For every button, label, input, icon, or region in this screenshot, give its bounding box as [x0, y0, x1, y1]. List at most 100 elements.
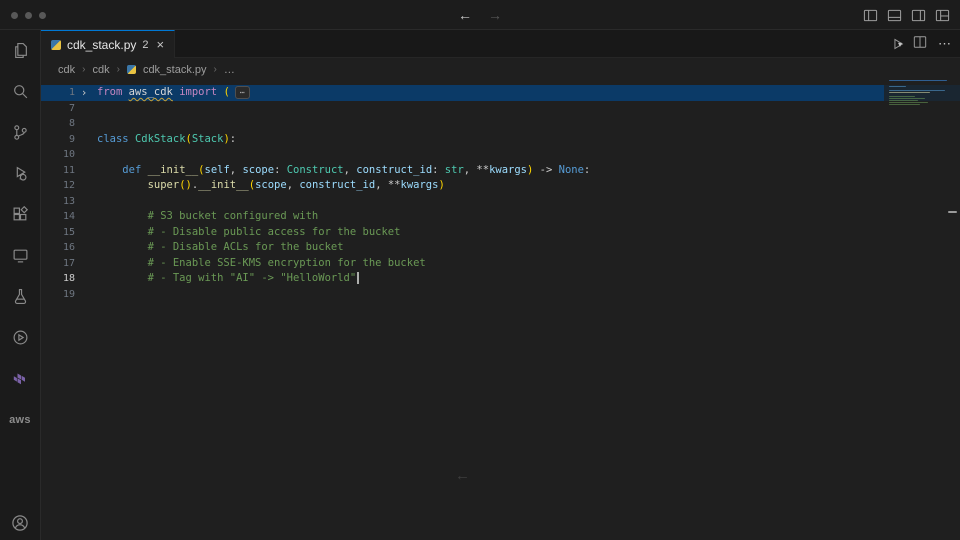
line-number[interactable]: 16 — [41, 240, 75, 256]
code-text: def __init__(self, scope: Construct, con… — [93, 163, 590, 179]
remote-explorer-icon[interactable] — [0, 235, 40, 276]
window-maximize-button[interactable] — [39, 12, 46, 19]
fold-gutter — [75, 240, 93, 256]
line-number[interactable]: 15 — [41, 225, 75, 241]
navigate-forward-button[interactable]: → — [488, 7, 502, 23]
account-icon[interactable] — [0, 506, 40, 540]
code-text — [93, 101, 97, 117]
run-python-file-button[interactable]: ▾ — [891, 37, 902, 51]
split-editor-icon[interactable] — [913, 35, 927, 54]
run-and-debug-icon[interactable] — [0, 153, 40, 194]
layout-controls — [863, 0, 950, 30]
breadcrumb-separator: › — [82, 64, 85, 75]
window-controls[interactable] — [11, 12, 46, 19]
toggle-panel-icon[interactable] — [887, 8, 902, 23]
window-minimize-button[interactable] — [25, 12, 32, 19]
minimap-line — [889, 82, 947, 83]
line-number[interactable]: 7 — [41, 101, 75, 117]
fold-gutter — [75, 163, 93, 179]
line-number[interactable]: 9 — [41, 132, 75, 148]
line-number[interactable]: 10 — [41, 147, 75, 163]
code-editor[interactable]: 1›from aws_cdk import (⋯789class CdkStac… — [41, 81, 960, 540]
toggle-secondary-sidebar-icon[interactable] — [911, 8, 926, 23]
code-line[interactable]: 7 — [41, 101, 960, 117]
code-line[interactable]: 8 — [41, 116, 960, 132]
fold-gutter — [75, 132, 93, 148]
fold-gutter — [75, 178, 93, 194]
extensions-icon[interactable] — [0, 194, 40, 235]
code-line[interactable]: 17 # - Enable SSE-KMS encryption for the… — [41, 256, 960, 272]
search-icon[interactable] — [0, 71, 40, 112]
breadcrumb-item[interactable]: cdk — [92, 64, 109, 76]
aws-logo: aws — [9, 414, 31, 426]
fold-gutter — [75, 287, 93, 303]
customize-layout-icon[interactable] — [935, 8, 950, 23]
line-number[interactable]: 8 — [41, 116, 75, 132]
source-control-icon[interactable] — [0, 112, 40, 153]
minimap[interactable] — [889, 80, 947, 108]
code-line[interactable]: 12 super().__init__(scope, construct_id,… — [41, 178, 960, 194]
fold-gutter — [75, 101, 93, 117]
line-number[interactable]: 12 — [41, 178, 75, 194]
breadcrumbs: cdk›cdk›cdk_stack.py›… — [41, 58, 960, 81]
minimap-line — [889, 102, 928, 103]
minimap-line — [889, 96, 915, 97]
folded-region-badge[interactable]: ⋯ — [235, 86, 250, 99]
more-actions-icon[interactable]: ⋯ — [938, 36, 952, 52]
python-file-icon — [127, 65, 136, 74]
minimap-line — [889, 92, 930, 93]
titlebar: ← → — [0, 0, 960, 30]
history-navigation: ← → — [458, 0, 502, 30]
code-line[interactable]: 18 # - Tag with "AI" -> "HelloWorld" — [41, 271, 960, 287]
line-number[interactable]: 11 — [41, 163, 75, 179]
tab-cdk-stack[interactable]: cdk_stack.py 2 × — [41, 30, 175, 58]
minimap-line — [889, 90, 945, 91]
breadcrumb-item[interactable]: cdk_stack.py — [143, 64, 207, 76]
line-number[interactable]: 1 — [41, 85, 75, 101]
fold-chevron-icon[interactable]: › — [75, 85, 93, 101]
circle-play-icon[interactable] — [0, 317, 40, 358]
toggle-primary-sidebar-icon[interactable] — [863, 8, 878, 23]
code-line[interactable]: 11 def __init__(self, scope: Construct, … — [41, 163, 960, 179]
minimap-line — [889, 80, 947, 81]
run-dropdown-icon[interactable]: ▾ — [898, 40, 902, 49]
line-number[interactable]: 18 — [41, 271, 75, 287]
minimap-line — [889, 98, 925, 99]
line-number[interactable]: 13 — [41, 194, 75, 210]
tab-close-icon[interactable]: × — [157, 37, 165, 52]
tab-bar: cdk_stack.py 2 × ▾ ⋯ — [41, 30, 960, 58]
minimap-line — [889, 84, 947, 85]
fold-gutter — [75, 225, 93, 241]
code-text — [93, 147, 97, 163]
navigate-back-button[interactable]: ← — [458, 7, 472, 23]
editor-actions: ▾ ⋯ — [891, 30, 952, 58]
code-line[interactable]: 1›from aws_cdk import (⋯ — [41, 85, 960, 101]
fold-gutter — [75, 194, 93, 210]
code-line[interactable]: 15 # - Disable public access for the buc… — [41, 225, 960, 241]
minimap-line — [889, 86, 906, 87]
code-line[interactable]: 10 — [41, 147, 960, 163]
code-line[interactable]: 19 — [41, 287, 960, 303]
fold-gutter — [75, 147, 93, 163]
code-text — [93, 287, 97, 303]
breadcrumb-item[interactable]: … — [224, 64, 235, 76]
minimap-line — [889, 104, 920, 105]
code-text — [93, 194, 97, 210]
overview-ruler-mark — [948, 211, 957, 213]
line-number[interactable]: 19 — [41, 287, 75, 303]
testing-icon[interactable] — [0, 276, 40, 317]
explorer-icon[interactable] — [0, 30, 40, 71]
terraform-icon[interactable] — [0, 358, 40, 399]
breadcrumb-item[interactable]: cdk — [58, 64, 75, 76]
window-close-button[interactable] — [11, 12, 18, 19]
code-line[interactable]: 14 # S3 bucket configured with — [41, 209, 960, 225]
code-text — [93, 116, 97, 132]
code-line[interactable]: 9class CdkStack(Stack): — [41, 132, 960, 148]
aws-toolkit-icon[interactable]: aws — [0, 399, 40, 440]
vscode-window: ← → aws cdk_stack.py 2 × — [0, 0, 960, 540]
line-number[interactable]: 17 — [41, 256, 75, 272]
code-line[interactable]: 16 # - Disable ACLs for the bucket — [41, 240, 960, 256]
line-number[interactable]: 14 — [41, 209, 75, 225]
code-line[interactable]: 13 — [41, 194, 960, 210]
breadcrumb-separator: › — [117, 64, 120, 75]
